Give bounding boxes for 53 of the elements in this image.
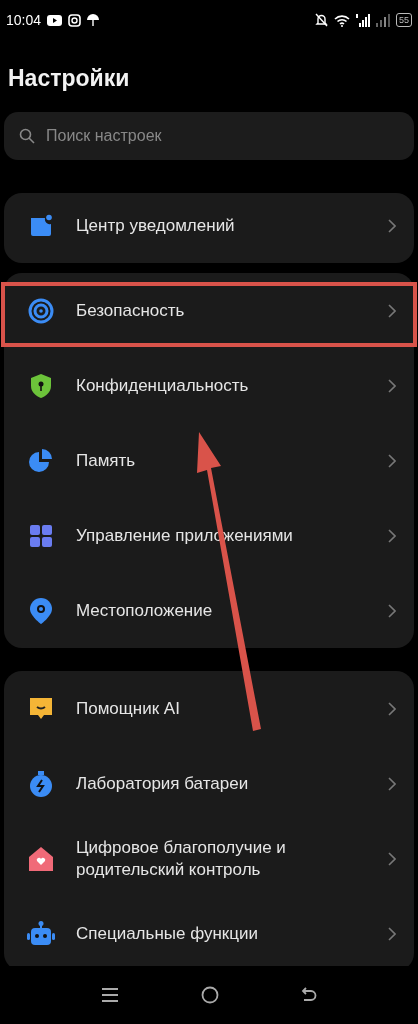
chevron-right-icon xyxy=(388,303,396,318)
signal-icon xyxy=(356,13,370,27)
item-label: Безопасность xyxy=(76,299,186,322)
chevron-right-icon xyxy=(388,218,396,233)
settings-item[interactable]: Безопасность xyxy=(4,273,414,348)
settings-item[interactable]: Лаборатория батареи xyxy=(4,746,414,821)
chevron-right-icon xyxy=(388,851,396,866)
chevron-right-icon xyxy=(388,926,396,941)
chevron-right-icon xyxy=(388,603,396,618)
video-icon xyxy=(47,14,63,26)
settings-item[interactable]: Специальные функции xyxy=(4,896,414,966)
chevron-right-icon xyxy=(388,453,396,468)
notification-icon xyxy=(29,213,53,238)
location-pin-icon xyxy=(29,596,53,625)
search-icon xyxy=(19,128,35,144)
stopwatch-icon xyxy=(29,769,53,798)
item-label: Цифровое благополучие и родительский контроль xyxy=(76,836,287,881)
menu-icon[interactable] xyxy=(101,987,119,1003)
item-label: Лаборатория батареи xyxy=(76,772,250,795)
settings-item[interactable]: Местоположение xyxy=(4,573,414,648)
chevron-right-icon xyxy=(388,701,396,716)
pie-chart-icon xyxy=(28,447,54,474)
wifi-icon xyxy=(334,13,350,27)
house-heart-icon xyxy=(28,845,54,872)
clock-time: 10:04 xyxy=(6,12,42,28)
settings-item[interactable]: Цифровое благополучие и родительский контроль xyxy=(4,821,414,896)
muted-bell-icon xyxy=(315,13,328,27)
spiral-icon xyxy=(28,297,54,324)
item-label: Конфиденциальность xyxy=(76,374,250,397)
page-title: Настройки xyxy=(7,64,131,93)
chevron-right-icon xyxy=(388,528,396,543)
apps-grid-icon xyxy=(29,523,53,548)
item-label: Центр уведомлений xyxy=(76,214,236,237)
back-icon[interactable] xyxy=(301,987,317,1003)
item-label: Помощник AI xyxy=(76,697,181,720)
home-icon[interactable] xyxy=(201,986,219,1004)
settings-item[interactable]: Центр уведомлений xyxy=(4,188,414,263)
item-label: Специальные функции xyxy=(76,922,260,945)
search-field[interactable]: Поиск настроек xyxy=(4,112,414,160)
chat-bubble-icon xyxy=(28,696,54,721)
item-label: Память xyxy=(76,449,137,472)
robot-icon xyxy=(26,920,56,947)
shield-icon xyxy=(29,372,53,399)
settings-item[interactable]: Память xyxy=(4,423,414,498)
settings-item[interactable]: Помощник AI xyxy=(4,671,414,746)
battery-level: 55 xyxy=(396,13,412,27)
umbrella-icon xyxy=(87,13,100,27)
settings-item[interactable]: Конфиденциальность xyxy=(4,348,414,423)
chevron-right-icon xyxy=(388,776,396,791)
chevron-right-icon xyxy=(388,378,396,393)
item-label: Местоположение xyxy=(76,599,214,622)
weak-signal-icon xyxy=(376,13,390,27)
app-icon xyxy=(68,13,82,27)
